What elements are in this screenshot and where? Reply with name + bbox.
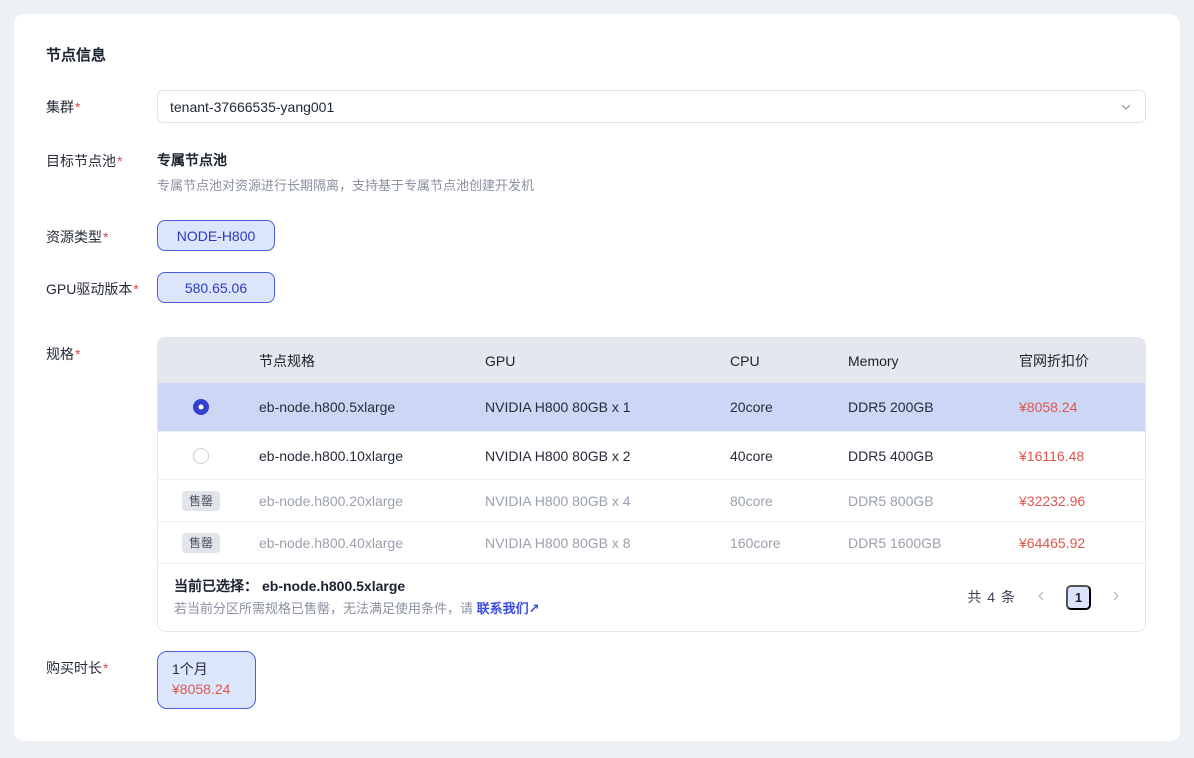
- target-pool-label: 目标节点池*: [46, 151, 157, 170]
- required-asterisk: *: [117, 153, 122, 169]
- node-info-panel: 节点信息 集群* tenant-37666535-yang001 目标节点池* …: [14, 14, 1180, 741]
- duration-option-label: 1个月: [172, 660, 241, 679]
- cell-cpu: 40core: [730, 448, 848, 464]
- radio-selected[interactable]: [193, 399, 209, 415]
- pagination: 共 4 条 1: [967, 585, 1127, 610]
- soldout-hint: 若当前分区所需规格已售罄，无法满足使用条件，请 联系我们↗: [174, 600, 540, 617]
- gpu-driver-label: GPU驱动版本*: [46, 272, 157, 298]
- total-count: 共 4 条: [967, 587, 1016, 607]
- resource-type-option-button[interactable]: NODE-H800: [157, 220, 275, 251]
- current-page-button[interactable]: 1: [1066, 585, 1091, 610]
- table-row: 售罄 eb-node.h800.40xlarge NVIDIA H800 80G…: [158, 521, 1145, 563]
- col-header-node-spec: 节点规格: [259, 351, 485, 371]
- current-selection-value: eb-node.h800.5xlarge: [262, 578, 405, 594]
- cell-node-spec: eb-node.h800.40xlarge: [259, 535, 485, 551]
- duration-option-price: ¥8058.24: [172, 680, 241, 699]
- cell-memory: DDR5 400GB: [848, 448, 1019, 464]
- col-header-cpu: CPU: [730, 353, 848, 369]
- cluster-row: 集群* tenant-37666535-yang001: [46, 90, 1146, 123]
- cell-memory: DDR5 1600GB: [848, 535, 1019, 551]
- cell-gpu: NVIDIA H800 80GB x 2: [485, 448, 730, 464]
- required-asterisk: *: [103, 660, 108, 676]
- resource-type-row: 资源类型* NODE-H800: [46, 220, 1146, 251]
- chevron-down-icon: [1119, 100, 1133, 114]
- spec-table-footer: 当前已选择：eb-node.h800.5xlarge 若当前分区所需规格已售罄，…: [158, 563, 1145, 631]
- cell-price: ¥8058.24: [1019, 399, 1145, 415]
- duration-label: 购买时长*: [46, 651, 157, 677]
- prev-page-button[interactable]: [1030, 586, 1052, 608]
- cell-node-spec: eb-node.h800.20xlarge: [259, 493, 485, 509]
- duration-row: 购买时长* 1个月 ¥8058.24: [46, 651, 1146, 709]
- spec-table: 节点规格 GPU CPU Memory 官网折扣价 eb-node.h800.5…: [157, 337, 1146, 632]
- col-header-gpu: GPU: [485, 353, 730, 369]
- cluster-select-value: tenant-37666535-yang001: [170, 99, 334, 115]
- chevron-right-icon: [1110, 590, 1122, 605]
- cell-memory: DDR5 200GB: [848, 399, 1019, 415]
- cell-cpu: 80core: [730, 493, 848, 509]
- cluster-label: 集群*: [46, 90, 157, 116]
- external-link-icon: ↗: [529, 601, 540, 616]
- required-asterisk: *: [75, 346, 80, 362]
- resource-type-label: 资源类型*: [46, 220, 157, 246]
- col-header-price: 官网折扣价: [1019, 351, 1145, 371]
- duration-option-button[interactable]: 1个月 ¥8058.24: [157, 651, 256, 709]
- soldout-badge: 售罄: [182, 533, 220, 553]
- required-asterisk: *: [133, 281, 138, 297]
- target-pool-row: 目标节点池* 专属节点池 专属节点池对资源进行长期隔离，支持基于专属节点池创建开…: [46, 151, 1146, 194]
- spec-table-header: 节点规格 GPU CPU Memory 官网折扣价: [158, 338, 1145, 383]
- required-asterisk: *: [75, 99, 80, 115]
- current-selection: 当前已选择：eb-node.h800.5xlarge: [174, 577, 540, 596]
- radio-unselected[interactable]: [193, 448, 209, 464]
- table-row: 售罄 eb-node.h800.20xlarge NVIDIA H800 80G…: [158, 479, 1145, 521]
- required-asterisk: *: [103, 229, 108, 245]
- contact-us-link[interactable]: 联系我们↗: [477, 601, 540, 616]
- target-pool-description: 专属节点池对资源进行长期隔离，支持基于专属节点池创建开发机: [157, 177, 1146, 194]
- cell-price: ¥32232.96: [1019, 493, 1145, 509]
- cell-cpu: 20core: [730, 399, 848, 415]
- page-title: 节点信息: [46, 44, 1146, 65]
- col-header-memory: Memory: [848, 353, 1019, 369]
- cell-gpu: NVIDIA H800 80GB x 1: [485, 399, 730, 415]
- cell-gpu: NVIDIA H800 80GB x 4: [485, 493, 730, 509]
- next-page-button[interactable]: [1105, 586, 1127, 608]
- chevron-left-icon: [1035, 590, 1047, 605]
- cluster-select[interactable]: tenant-37666535-yang001: [157, 90, 1146, 123]
- cell-node-spec: eb-node.h800.10xlarge: [259, 448, 485, 464]
- table-row[interactable]: eb-node.h800.5xlarge NVIDIA H800 80GB x …: [158, 383, 1145, 431]
- cell-gpu: NVIDIA H800 80GB x 8: [485, 535, 730, 551]
- gpu-driver-row: GPU驱动版本* 580.65.06: [46, 272, 1146, 303]
- cell-cpu: 160core: [730, 535, 848, 551]
- gpu-driver-option-button[interactable]: 580.65.06: [157, 272, 275, 303]
- cell-node-spec: eb-node.h800.5xlarge: [259, 399, 485, 415]
- soldout-badge: 售罄: [182, 491, 220, 511]
- spec-label: 规格*: [46, 337, 157, 363]
- table-row[interactable]: eb-node.h800.10xlarge NVIDIA H800 80GB x…: [158, 431, 1145, 479]
- cell-price: ¥16116.48: [1019, 448, 1145, 464]
- cell-memory: DDR5 800GB: [848, 493, 1019, 509]
- spec-row: 规格* 节点规格 GPU CPU Memory 官网折扣价 eb-node.h8…: [46, 337, 1146, 632]
- target-pool-value: 专属节点池: [157, 151, 1146, 170]
- cell-price: ¥64465.92: [1019, 535, 1145, 551]
